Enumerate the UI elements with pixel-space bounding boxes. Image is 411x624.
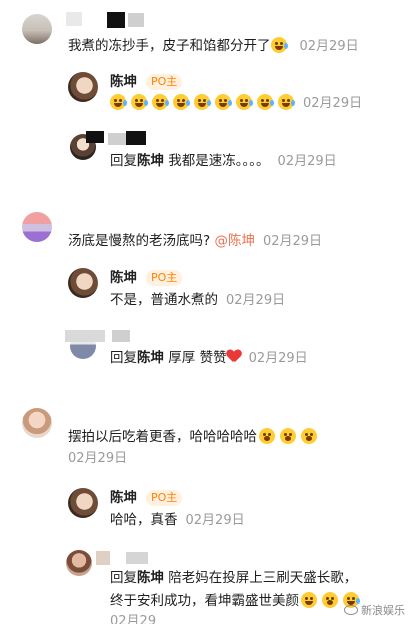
reply-date: 02月29日 xyxy=(185,513,245,528)
comment-text: 摆拍以后吃着更香，哈哈哈哈哈 xyxy=(68,427,322,447)
reply-target-link[interactable]: 陈坤 xyxy=(137,153,164,169)
subreply-text: 回复陈坤 厚厚 赞赞 02月29日 xyxy=(110,350,308,366)
surprised-emoji xyxy=(322,592,338,608)
subreply-text-line2: 终于安利成功，看坤霸盛世美颜 xyxy=(110,591,364,611)
laugh-tear-emoji xyxy=(173,94,190,110)
reply-target-link[interactable]: 陈坤 xyxy=(137,570,164,586)
surprised-emoji xyxy=(280,428,296,444)
subreply-date: 02月29日 xyxy=(248,351,308,366)
laugh-tear-emoji xyxy=(194,94,211,110)
username-redacted xyxy=(128,13,144,27)
laugh-tear-emoji xyxy=(110,94,127,110)
username-redacted xyxy=(112,330,130,342)
surprised-emoji xyxy=(259,428,275,444)
username-redacted xyxy=(107,12,125,28)
subreply-date: 02月29 xyxy=(110,614,157,624)
username-redacted xyxy=(96,551,110,565)
laugh-tear-emoji xyxy=(278,94,295,110)
laugh-emoji-group xyxy=(110,94,299,111)
laugh-tear-emoji xyxy=(257,94,274,110)
po-badge: PO主 xyxy=(146,490,183,506)
comment-date: 02月29日 xyxy=(68,451,128,466)
laugh-tear-emoji xyxy=(270,37,288,53)
mention-link[interactable]: @陈坤 xyxy=(214,233,255,249)
reply-emoji-row: 02月29日 xyxy=(110,93,362,114)
reply-text: 不是，普通水煮的 02月29日 xyxy=(110,292,286,308)
comment-date: 02月29日 xyxy=(299,39,359,54)
po-badge: PO主 xyxy=(146,74,183,90)
reply-author-name[interactable]: 陈坤 xyxy=(110,72,137,92)
avatar-po[interactable] xyxy=(68,488,98,518)
username-redacted xyxy=(108,133,128,145)
reply-target-link[interactable]: 陈坤 xyxy=(137,350,164,366)
watermark: 新浪娱乐 xyxy=(344,602,405,618)
reply-author-name[interactable]: 陈坤 xyxy=(110,268,137,288)
avatar[interactable] xyxy=(22,212,52,242)
po-badge: PO主 xyxy=(146,270,183,286)
laugh-tear-emoji xyxy=(131,94,148,110)
laugh-tear-emoji xyxy=(215,94,232,110)
username-redacted xyxy=(65,330,105,342)
comment-date: 02月29日 xyxy=(262,234,323,249)
subreply-date: 02月29日 xyxy=(277,154,337,169)
grin-emoji xyxy=(301,592,317,608)
comment-text: 汤底是慢熬的老汤底吗? @陈坤 02月29日 xyxy=(68,233,323,249)
laugh-tear-emoji xyxy=(152,94,169,110)
avatar-po[interactable] xyxy=(68,268,98,298)
surprised-emoji xyxy=(301,428,317,444)
reply-text: 哈哈，真香 02月29日 xyxy=(110,512,245,528)
laugh-tear-emoji xyxy=(236,94,253,110)
subreply-text: 回复陈坤 陪老妈在投屏上三刷天盛长歌， xyxy=(110,570,358,586)
avatar[interactable] xyxy=(66,550,92,576)
heart-icon xyxy=(227,350,241,364)
comment-text: 我煮的冻抄手，皮子和馅都分开了 02月29日 xyxy=(68,37,359,54)
reply-date: 02月29日 xyxy=(226,293,286,308)
username-redacted xyxy=(66,12,82,26)
reply-author-name[interactable]: 陈坤 xyxy=(110,488,137,508)
avatar-po[interactable] xyxy=(68,72,98,102)
username-redacted xyxy=(86,131,104,143)
username-redacted xyxy=(126,552,148,564)
username-redacted xyxy=(126,131,146,145)
reply-date: 02月29日 xyxy=(303,96,363,111)
avatar[interactable] xyxy=(22,408,52,438)
avatar[interactable] xyxy=(22,14,52,44)
weibo-logo-icon xyxy=(344,605,358,615)
subreply-text: 回复陈坤 我都是速冻。。。。 02月29日 xyxy=(110,153,337,169)
